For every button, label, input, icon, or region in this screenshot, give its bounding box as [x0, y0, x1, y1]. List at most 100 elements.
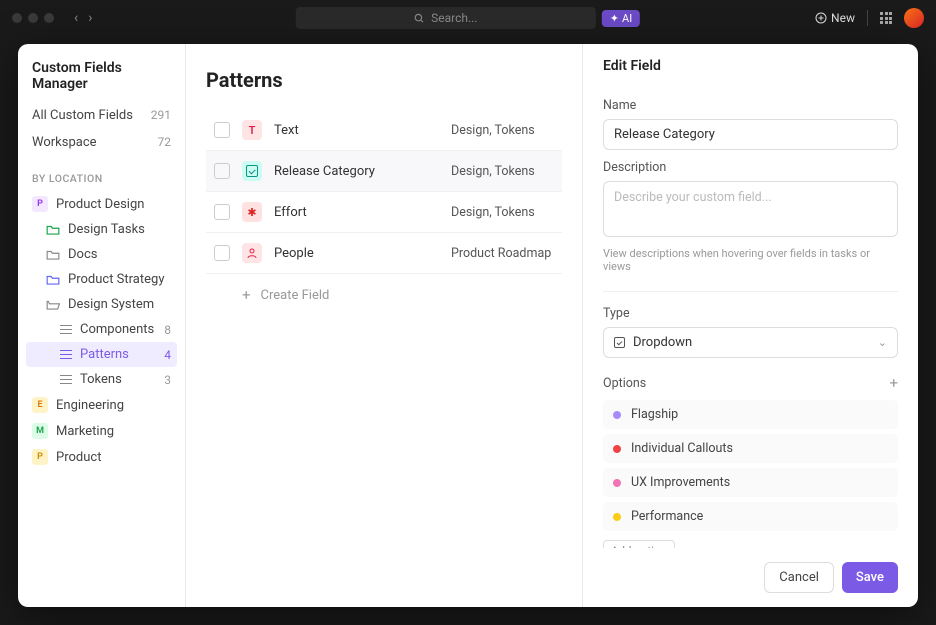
field-row-people[interactable]: People Product Roadmap — [206, 233, 562, 274]
option-flagship[interactable]: Flagship — [603, 400, 898, 429]
option-label: UX Improvements — [631, 475, 730, 490]
search-input[interactable]: Search... — [296, 7, 596, 29]
ai-badge[interactable]: ✦ AI — [602, 10, 640, 27]
space-product-design[interactable]: P Product Design — [26, 191, 177, 217]
folder-design-system[interactable]: Design System — [26, 292, 177, 317]
field-row-text[interactable]: T Text Design, Tokens — [206, 110, 562, 151]
field-used-in: Design, Tokens — [451, 123, 535, 138]
add-option-plus-icon[interactable]: + — [889, 374, 898, 392]
space-badge-icon: E — [32, 397, 48, 413]
checkbox[interactable] — [214, 204, 230, 220]
name-input[interactable] — [603, 119, 898, 150]
folder-docs[interactable]: Docs — [26, 242, 177, 267]
checkbox[interactable] — [214, 122, 230, 138]
color-dot-icon — [613, 513, 621, 521]
option-individual-callouts[interactable]: Individual Callouts — [603, 434, 898, 463]
search-icon — [414, 13, 425, 24]
effort-type-icon: ✱ — [242, 202, 262, 222]
space-badge-icon: M — [32, 423, 48, 439]
options-header: Options + — [603, 374, 898, 392]
option-ux-improvements[interactable]: UX Improvements — [603, 468, 898, 497]
type-select[interactable]: Dropdown ⌄ — [603, 327, 898, 358]
space-label: Marketing — [56, 424, 114, 439]
field-row-effort[interactable]: ✱ Effort Design, Tokens — [206, 192, 562, 233]
save-button[interactable]: Save — [842, 562, 898, 593]
chevron-down-icon: ⌄ — [878, 336, 887, 349]
nav-forward-icon[interactable]: › — [88, 10, 92, 26]
option-label: Performance — [631, 509, 703, 524]
description-label: Description — [603, 160, 898, 175]
topbar-right: New — [815, 8, 924, 28]
create-field-button[interactable]: + Create Field — [206, 274, 562, 316]
field-name: Text — [274, 123, 439, 138]
avatar[interactable] — [904, 8, 924, 28]
cancel-button[interactable]: Cancel — [764, 562, 834, 593]
dropdown-type-icon — [242, 161, 262, 181]
plus-circle-icon — [815, 12, 827, 24]
nav-back-icon[interactable]: ‹ — [74, 10, 78, 26]
list-label: Patterns — [80, 347, 129, 362]
checkbox[interactable] — [214, 245, 230, 261]
description-textarea[interactable] — [603, 181, 898, 237]
search-placeholder: Search... — [431, 11, 477, 25]
folder-label: Product Strategy — [68, 272, 164, 287]
list-patterns[interactable]: Patterns 4 — [26, 342, 177, 367]
option-performance[interactable]: Performance — [603, 502, 898, 531]
text-type-icon: T — [242, 120, 262, 140]
edit-panel: Edit Field Name Description View descrip… — [582, 44, 918, 607]
list-components[interactable]: Components 8 — [26, 317, 177, 342]
topbar: ‹ › Search... ✦ AI New — [0, 0, 936, 36]
checkbox[interactable] — [214, 163, 230, 179]
folder-label: Docs — [68, 247, 97, 262]
list-tokens[interactable]: Tokens 3 — [26, 367, 177, 392]
field-name: People — [274, 246, 439, 261]
edit-panel-footer: Cancel Save — [583, 548, 918, 607]
main-area: Patterns T Text Design, Tokens Release C… — [186, 44, 582, 607]
list-icon — [60, 324, 72, 336]
field-row-release-category[interactable]: Release Category Design, Tokens — [206, 151, 562, 192]
maximize-dot[interactable] — [44, 13, 54, 23]
space-engineering[interactable]: E Engineering — [26, 392, 177, 418]
people-type-icon — [242, 243, 262, 263]
field-name: Effort — [274, 205, 439, 220]
field-used-in: Design, Tokens — [451, 205, 535, 220]
minimize-dot[interactable] — [28, 13, 38, 23]
option-label: Individual Callouts — [631, 441, 733, 456]
list-count: 8 — [164, 323, 171, 337]
space-badge-icon: P — [32, 196, 48, 212]
workspace-count: 72 — [158, 135, 172, 150]
folder-design-tasks[interactable]: Design Tasks — [26, 217, 177, 242]
space-badge-icon: P — [32, 449, 48, 465]
folder-product-strategy[interactable]: Product Strategy — [26, 267, 177, 292]
list-label: Components — [80, 322, 154, 337]
plus-icon: + — [242, 286, 251, 304]
close-dot[interactable] — [12, 13, 22, 23]
space-marketing[interactable]: M Marketing — [26, 418, 177, 444]
type-label: Type — [603, 306, 898, 321]
description-hint: View descriptions when hovering over fie… — [603, 247, 898, 273]
folder-label: Design Tasks — [68, 222, 145, 237]
sparkle-icon: ✦ — [610, 12, 619, 25]
folder-open-icon — [46, 299, 60, 311]
apps-grid-icon[interactable] — [880, 12, 892, 24]
option-label: Flagship — [631, 407, 678, 422]
all-fields-label: All Custom Fields — [32, 108, 133, 123]
window-controls — [12, 13, 54, 23]
space-product[interactable]: P Product — [26, 444, 177, 470]
sidebar-title: Custom Fields Manager — [26, 60, 177, 102]
dropdown-icon — [614, 337, 625, 348]
new-label: New — [831, 11, 855, 25]
sidebar-workspace[interactable]: Workspace 72 — [26, 129, 177, 156]
page-title: Patterns — [206, 68, 562, 92]
space-label: Product — [56, 450, 101, 465]
list-label: Tokens — [80, 372, 122, 387]
window: Custom Fields Manager All Custom Fields … — [18, 44, 918, 607]
add-option-button[interactable]: Add option — [603, 540, 675, 548]
folder-icon — [46, 249, 60, 261]
new-button[interactable]: New — [815, 11, 855, 25]
sidebar-all-fields[interactable]: All Custom Fields 291 — [26, 102, 177, 129]
color-dot-icon — [613, 411, 621, 419]
create-field-label: Create Field — [261, 288, 330, 303]
ai-label: AI — [622, 12, 632, 25]
type-value: Dropdown — [633, 335, 692, 350]
